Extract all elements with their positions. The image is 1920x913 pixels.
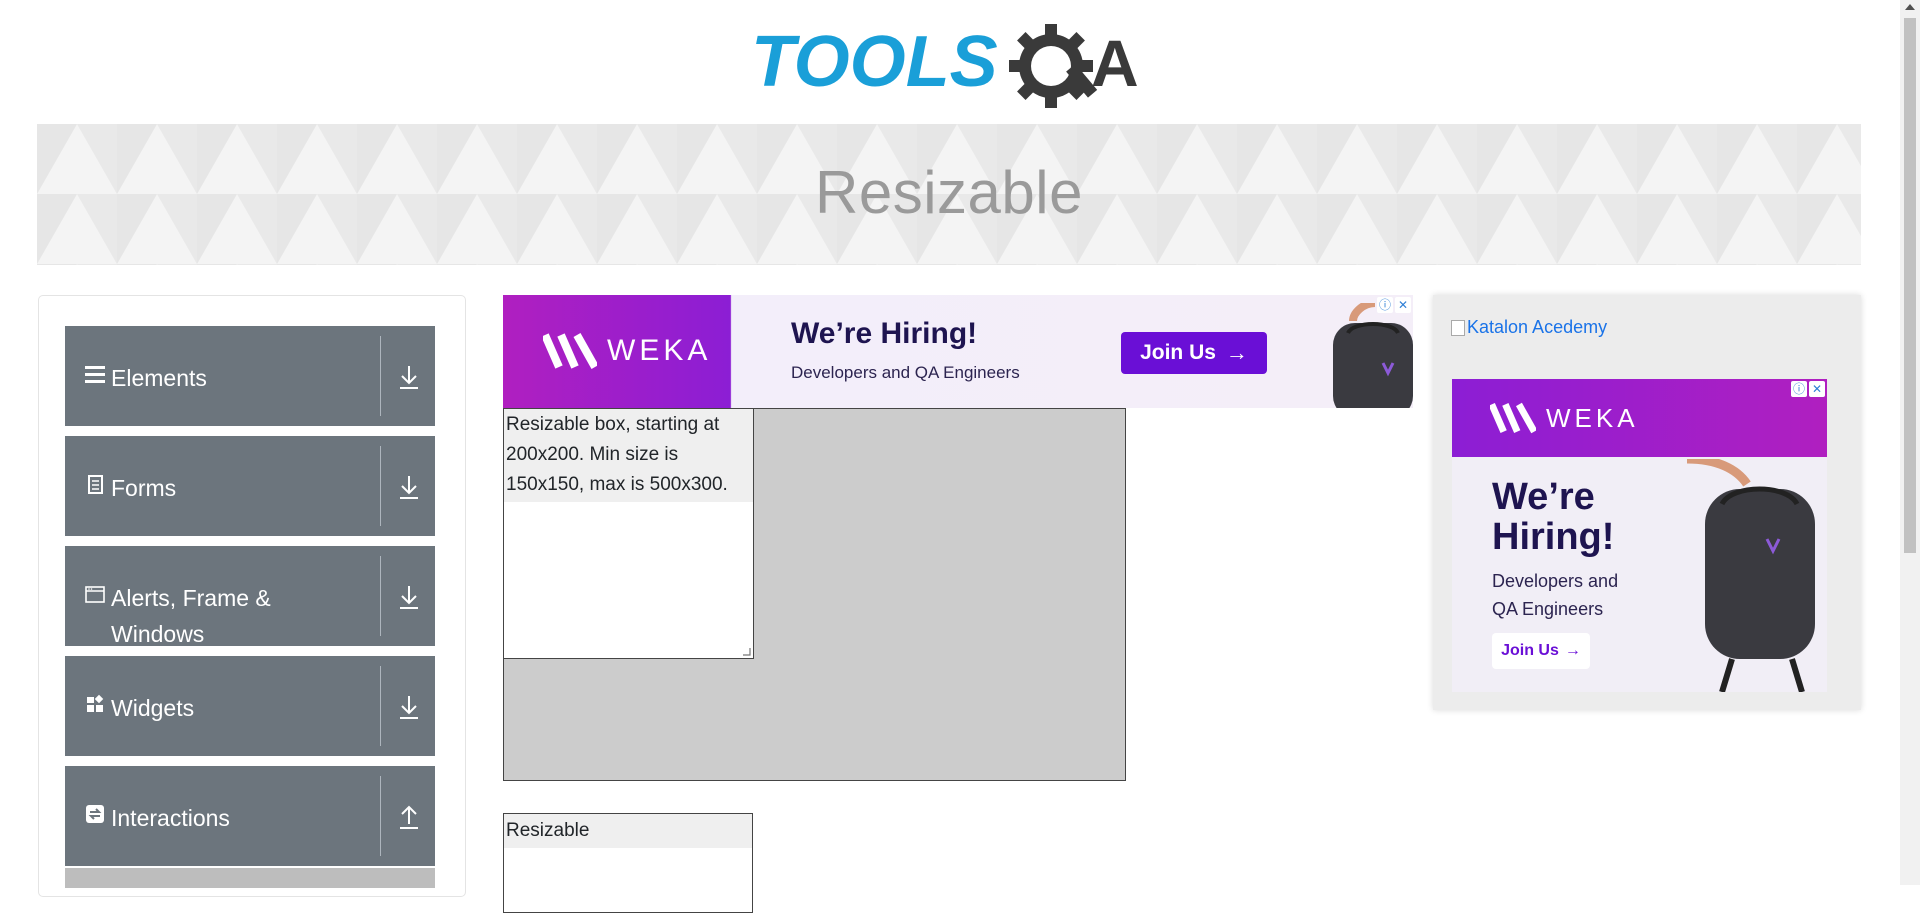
window-icon [85,586,105,603]
sidebar-group-forms[interactable]: Forms [65,436,435,536]
backpack-image [1686,459,1815,692]
divider [380,446,381,526]
upload-arrow-icon[interactable] [396,804,422,832]
ad-info-icon[interactable]: ⓘ [1791,381,1807,397]
arrow-right-icon: → [1564,642,1581,659]
ad-controls[interactable]: ⓘ ✕ [1791,381,1825,397]
sidebar-group-label: Interactions [111,805,230,831]
sidebar: Elements Forms Alerts, Frame & Windows W… [38,295,466,897]
divider [380,776,381,856]
download-arrow-icon[interactable] [396,584,422,612]
weka-mark-icon [1490,402,1536,434]
ad-headline: We’re Hiring! [1492,476,1615,558]
sidebar-group-label: Elements [111,365,207,391]
sidebar-group-label: Alerts, Frame & Windows [111,585,271,647]
sidebar-group-label: Forms [111,475,177,501]
katalon-academy-link[interactable]: Katalon Acedemy [1451,317,1607,338]
arrow-right-icon: → [1225,340,1248,365]
ad-close-icon[interactable]: ✕ [1395,297,1411,313]
sidebar-group-widgets[interactable]: Widgets [65,656,435,756]
sidebar-group-interactions[interactable]: Interactions [65,766,435,866]
toolsqa-logo[interactable]: TOOLS A [751,18,1155,113]
join-us-button[interactable]: Join Us → [1121,332,1267,374]
ad-headline: We’re Hiring! [791,317,978,350]
divider [380,556,381,636]
logo-tools-text: TOOLS [751,22,998,102]
resizable-box-text: Resizable box, starting at 200x200. Min … [504,409,753,502]
page-scrollbar[interactable] [1900,0,1920,885]
scroll-up-icon[interactable] [1905,4,1915,10]
weka-logo: WEKA [1490,401,1639,435]
form-icon [88,475,103,494]
page-banner: Resizable [37,124,1861,265]
broken-image-icon [1451,319,1465,336]
logo-a-text: A [1091,26,1139,100]
resizable-box-free[interactable]: Resizable [503,813,753,913]
sidebar-group-alerts[interactable]: Alerts, Frame & Windows [65,546,435,647]
weka-logo: WEKA [543,331,711,371]
widgets-icon [87,694,104,712]
resizable-box-restricted[interactable]: Resizable box, starting at 200x200. Min … [503,408,754,659]
interactions-icon [86,805,104,823]
page-title: Resizable [815,159,1083,226]
backpack-image [1333,303,1413,408]
weka-mark-icon [543,333,597,369]
divider [380,666,381,746]
sidebar-group-label: Widgets [111,695,195,721]
download-arrow-icon[interactable] [396,474,422,502]
ad-subline: Developers and QA Engineers [791,363,1020,382]
resize-handle-icon[interactable] [741,646,751,656]
weka-square-ad[interactable]: WEKA We’re Hiring! Developers and QA Eng… [1452,379,1827,692]
weka-banner-ad[interactable]: WEKA We’re Hiring! Developers and QA Eng… [503,295,1413,408]
ad-close-icon[interactable]: ✕ [1809,381,1825,397]
divider [380,336,381,416]
right-ad-panel: Katalon Acedemy WEKA We’re Hiring! Devel… [1433,295,1861,710]
sidebar-group-elements[interactable]: Elements [65,326,435,426]
download-arrow-icon[interactable] [396,364,422,392]
ad-subline: Developers and QA Engineers [1492,571,1619,619]
join-us-button[interactable]: Join Us → [1492,633,1590,669]
hamburger-icon [85,366,105,383]
download-arrow-icon[interactable] [396,694,422,722]
scrollbar-thumb[interactable] [1904,18,1916,553]
ad-info-icon[interactable]: ⓘ [1377,297,1393,313]
ad-controls[interactable]: ⓘ ✕ [1377,297,1411,313]
resizable-label: Resizable [504,814,752,848]
sidebar-submenu [65,868,435,888]
